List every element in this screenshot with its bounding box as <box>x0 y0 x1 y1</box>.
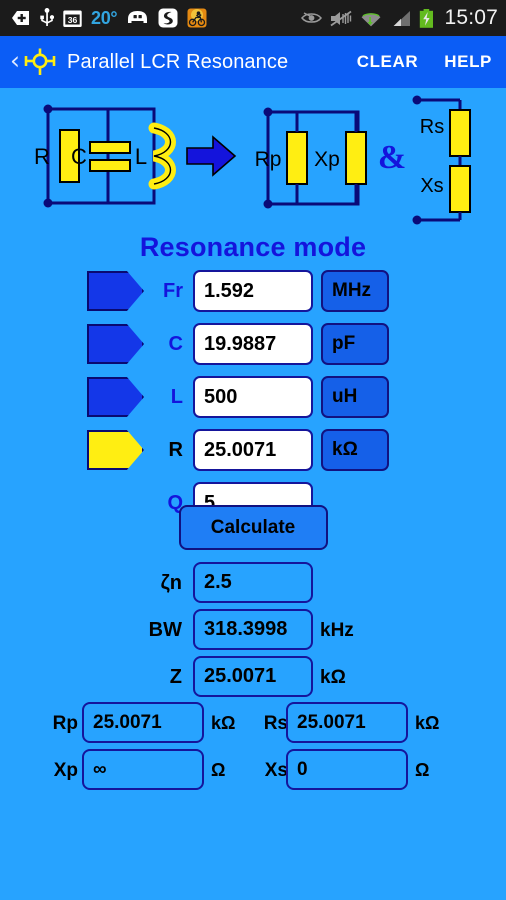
status-bar: 36 20° 15:07 <box>0 0 506 36</box>
clear-button[interactable]: CLEAR <box>357 52 419 72</box>
pair-unit-rs: kΩ <box>415 713 440 733</box>
pair-field-xs[interactable]: 0 <box>286 749 408 790</box>
output-field-bw[interactable]: 318.3998 <box>193 609 313 650</box>
calculate-button[interactable]: Calculate <box>178 505 328 550</box>
diagram-parallel-equivalent: Rp Xp <box>255 107 367 209</box>
unit-button-fr[interactable]: MHz <box>321 270 389 312</box>
usb-icon <box>40 8 54 26</box>
pair-label-rp: Rp <box>52 712 78 734</box>
mute-icon <box>330 10 352 26</box>
input-label-fr: Fr <box>163 279 183 302</box>
output-unit-z: kΩ <box>320 666 346 688</box>
pair-unit-xs: Ω <box>415 760 430 780</box>
help-button[interactable]: HELP <box>444 52 492 72</box>
lcr-logo-icon <box>24 48 56 75</box>
status-bar-right-icons: 15:07 <box>301 6 498 30</box>
diagram-label-xs: Xs <box>420 175 443 197</box>
pair-label-rs: Rs <box>263 712 288 734</box>
unit-button-l[interactable]: uH <box>321 376 389 418</box>
app-title: Parallel LCR Resonance <box>67 50 289 73</box>
output-row-zn: ζn 2.5 <box>0 560 506 607</box>
diagram-label-rs: Rs <box>420 116 444 138</box>
eye-icon <box>301 12 323 23</box>
output-row-bw: BW 318.3998 kHz <box>0 607 506 654</box>
mode-selector-c[interactable] <box>87 324 144 364</box>
diagram-series-equivalent: Rs Xs <box>412 95 471 225</box>
input-field-l[interactable]: 500 <box>193 376 313 418</box>
circuit-diagram: R C L Rp Xp & Rs Xs <box>34 95 471 225</box>
input-row-l: L 500 uH <box>0 374 506 420</box>
pair-row-resistance: Rp 25.0071 kΩ Rs 25.0071 kΩ <box>0 700 506 747</box>
mode-selector-fr[interactable] <box>87 271 144 311</box>
action-bar: ‹ Parallel LCR Resonance CLEAR HELP <box>0 36 506 88</box>
diagram-label-l: L <box>135 144 147 169</box>
pair-label-xp: Xp <box>53 759 78 781</box>
output-label-z: Z <box>169 666 182 688</box>
output-panel: ζn 2.5 BW 318.3998 kHz Z 25.0071 kΩ <box>0 560 506 701</box>
diagram-ampersand: & <box>378 139 406 176</box>
output-unit-bw: kHz <box>320 619 354 641</box>
section-title: Resonance mode <box>139 232 367 262</box>
output-row-z: Z 25.0071 kΩ <box>0 654 506 701</box>
pair-unit-rp: kΩ <box>211 713 236 733</box>
mode-selector-r-out[interactable]: OUT <box>87 430 144 470</box>
input-field-c[interactable]: 19.9887 <box>193 323 313 365</box>
pair-field-rp[interactable]: 25.0071 <box>82 702 204 743</box>
diagram-arrow-icon <box>186 135 237 177</box>
pair-row-reactance: Xp ∞ Ω Xs 0 Ω <box>0 747 506 794</box>
input-row-fr: Fr 1.592 MHz <box>0 268 506 314</box>
diagram-label-c: C <box>71 144 87 169</box>
diagram-label-rp: Rp <box>255 148 282 171</box>
bike-game-icon <box>187 8 207 28</box>
signal-icon <box>394 10 411 26</box>
unit-button-c[interactable]: pF <box>321 323 389 365</box>
calculate-row: Calculate <box>0 505 506 550</box>
status-temperature: 20° <box>91 7 118 28</box>
battery-charging-icon <box>420 8 434 28</box>
output-label-bw: BW <box>148 619 182 641</box>
input-label-r: R <box>168 438 183 461</box>
input-row-r: OUT R 25.0071 kΩ <box>0 427 506 473</box>
calendar-36-icon: 36 <box>63 10 82 27</box>
pair-unit-xp: Ω <box>211 760 226 780</box>
input-label-l: L <box>170 385 183 408</box>
pair-field-xp[interactable]: ∞ <box>82 749 204 790</box>
diagram-left-circuit: R C L <box>34 104 176 208</box>
svg-text:36: 36 <box>68 15 78 25</box>
input-row-c: C 19.9887 pF <box>0 321 506 367</box>
wifi-icon <box>362 12 381 26</box>
output-field-z[interactable]: 25.0071 <box>193 656 313 697</box>
unit-button-r[interactable]: kΩ <box>321 429 389 471</box>
output-field-zn[interactable]: 2.5 <box>193 562 313 603</box>
input-panel: Fr 1.592 MHz C 19.9887 pF L 500 uH OUT R <box>0 268 506 533</box>
diagram-label-xp: Xp <box>314 148 340 171</box>
app-icon <box>158 8 178 28</box>
app-screen: 36 20° 15:07 ‹ Parallel LCR Resonance CL… <box>0 0 506 900</box>
diagram-label-r: R <box>34 144 50 169</box>
input-field-fr[interactable]: 1.592 <box>193 270 313 312</box>
input-label-c: C <box>168 332 183 355</box>
equivalent-values-panel: Rp 25.0071 kΩ Rs 25.0071 kΩ Xp ∞ Ω Xs 0 … <box>0 700 506 794</box>
pair-label-xs: Xs <box>264 759 288 781</box>
mode-selector-l[interactable] <box>87 377 144 417</box>
input-field-r[interactable]: 25.0071 <box>193 429 313 471</box>
pair-field-rs[interactable]: 25.0071 <box>286 702 408 743</box>
status-bar-left-icons: 36 20° <box>10 8 207 29</box>
back-chevron-icon[interactable]: ‹ <box>6 48 22 76</box>
vpn-key-icon <box>12 11 29 25</box>
output-label-zn: ζn <box>160 572 182 594</box>
car-icon <box>128 10 148 23</box>
status-clock: 15:07 <box>444 6 498 29</box>
